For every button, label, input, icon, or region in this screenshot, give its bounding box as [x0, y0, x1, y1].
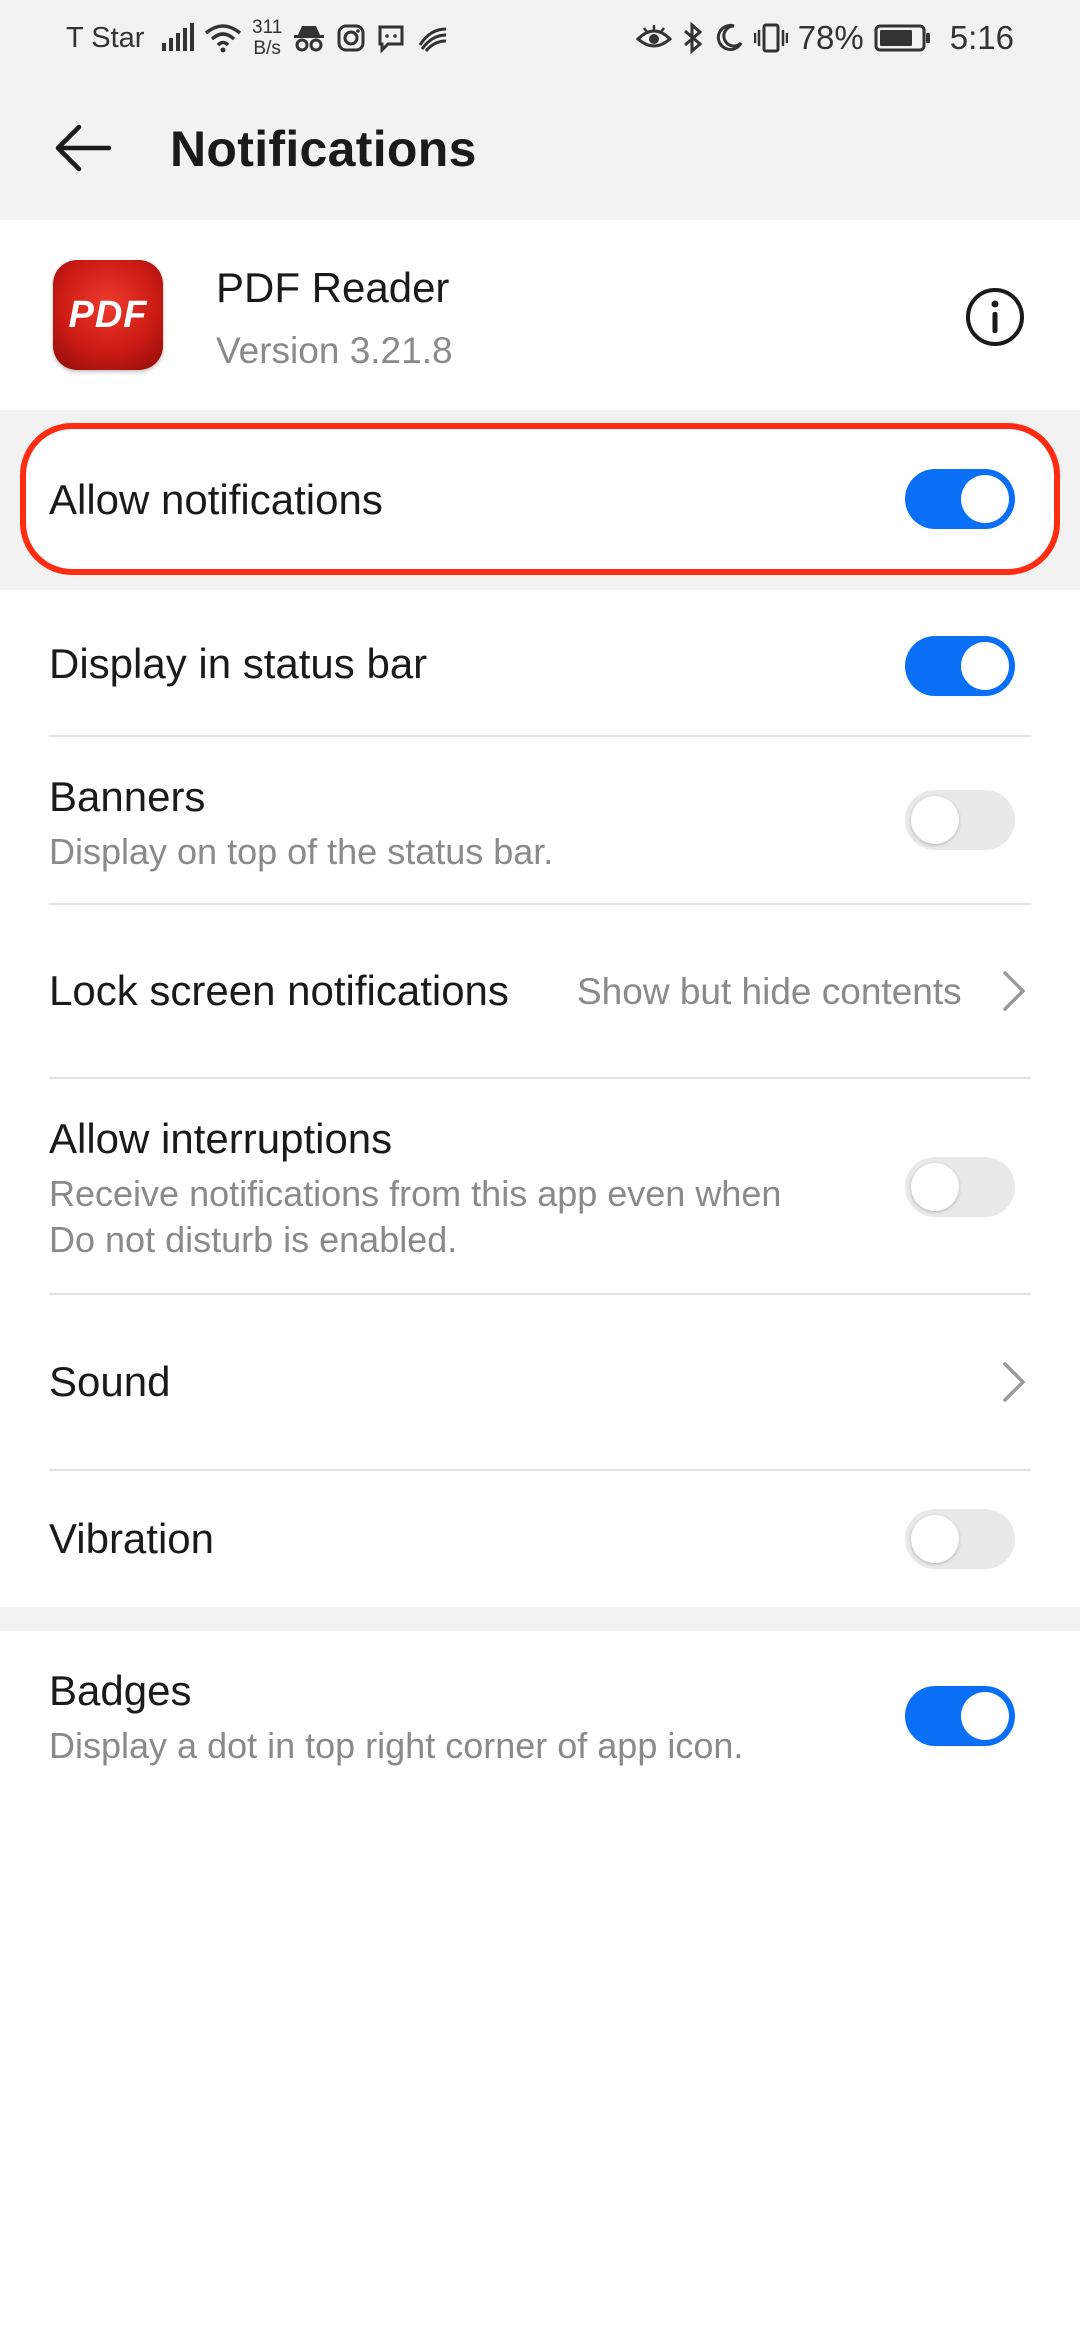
back-button[interactable]: [40, 110, 126, 186]
allow-interruptions-description-line2: Do not disturb is enabled.: [49, 1219, 458, 1260]
app-version: Version 3.21.8: [216, 330, 453, 371]
banners-toggle[interactable]: [905, 790, 1015, 850]
allow-notifications-row[interactable]: Allow notifications: [20, 423, 1060, 575]
incognito-icon: [294, 26, 325, 52]
app-info-button[interactable]: [960, 282, 1030, 352]
moon-icon: [716, 23, 743, 51]
toggle-knob: [911, 1515, 959, 1563]
allow-interruptions-description-line1: Receive notifications from this app even…: [49, 1173, 782, 1214]
app-icon-label: PDF: [68, 293, 148, 336]
vibration-label: Vibration: [49, 1515, 215, 1562]
allow-notifications-toggle[interactable]: [905, 469, 1015, 529]
app-info: PDF PDF Reader Version 3.21.8: [0, 220, 1080, 410]
instagram-icon: [337, 24, 365, 52]
info-icon: [966, 288, 1024, 346]
page-title: Notifications: [170, 121, 477, 177]
clock: 5:16: [949, 19, 1014, 56]
display-in-status-bar-row[interactable]: Display in status bar: [0, 598, 1080, 736]
app-icon: PDF: [53, 260, 163, 370]
banners-label: Banners: [49, 773, 206, 820]
wifi-icon: [204, 24, 242, 53]
battery-percent: 78%: [797, 19, 864, 56]
app-bar: Notifications: [0, 76, 1080, 220]
lock-screen-notifications-row[interactable]: Lock screen notifications Show but hide …: [0, 905, 1080, 1077]
eye-icon: [635, 25, 672, 48]
lock-screen-notifications-label: Lock screen notifications: [49, 967, 509, 1014]
chevron-right-icon: [1003, 1362, 1026, 1402]
signal-icon: [162, 23, 194, 51]
allow-interruptions-row[interactable]: Allow interruptions Receive notification…: [0, 1079, 1080, 1293]
toggle-knob: [961, 1692, 1009, 1740]
badges-toggle[interactable]: [905, 1686, 1015, 1746]
app-name: PDF Reader: [216, 264, 450, 311]
toggle-knob: [911, 796, 959, 844]
section-gap: [0, 1607, 1080, 1631]
chevron-right-icon: [1003, 971, 1026, 1011]
bluetooth-icon: [683, 22, 702, 54]
badges-label: Badges: [49, 1667, 192, 1714]
swipe-icon: [419, 27, 447, 52]
status-bar: T Star 311 B/s 78% 5:16: [0, 0, 1080, 76]
banners-row[interactable]: Banners Display on top of the status bar…: [0, 737, 1080, 903]
allow-notifications-label: Allow notifications: [49, 476, 383, 523]
carrier-name: T Star: [66, 22, 145, 54]
battery-icon: [874, 24, 930, 52]
vibration-toggle[interactable]: [905, 1509, 1015, 1569]
toggle-knob: [961, 475, 1009, 523]
sound-label: Sound: [49, 1358, 171, 1405]
arrow-left-icon: [55, 124, 112, 172]
sound-row[interactable]: Sound: [0, 1295, 1080, 1469]
display-in-status-bar-toggle[interactable]: [905, 636, 1015, 696]
toggle-knob: [961, 642, 1009, 690]
status-left-icons: 311 B/s: [160, 14, 450, 62]
display-in-status-bar-label: Display in status bar: [49, 640, 428, 687]
vibration-row[interactable]: Vibration: [0, 1471, 1080, 1607]
banners-description: Display on top of the status bar.: [49, 831, 554, 872]
lock-screen-notifications-value: Show but hide contents: [577, 971, 962, 1012]
network-speed: 311 B/s: [252, 17, 283, 59]
toggle-knob: [911, 1163, 959, 1211]
vibrate-icon: [753, 23, 788, 53]
status-right-icons: 78% 5:16: [635, 14, 1014, 62]
badges-description: Display a dot in top right corner of app…: [49, 1725, 744, 1766]
message-icon: [378, 25, 404, 53]
allow-interruptions-label: Allow interruptions: [49, 1115, 393, 1162]
badges-row[interactable]: Badges Display a dot in top right corner…: [0, 1631, 1080, 1801]
allow-interruptions-toggle[interactable]: [905, 1157, 1015, 1217]
